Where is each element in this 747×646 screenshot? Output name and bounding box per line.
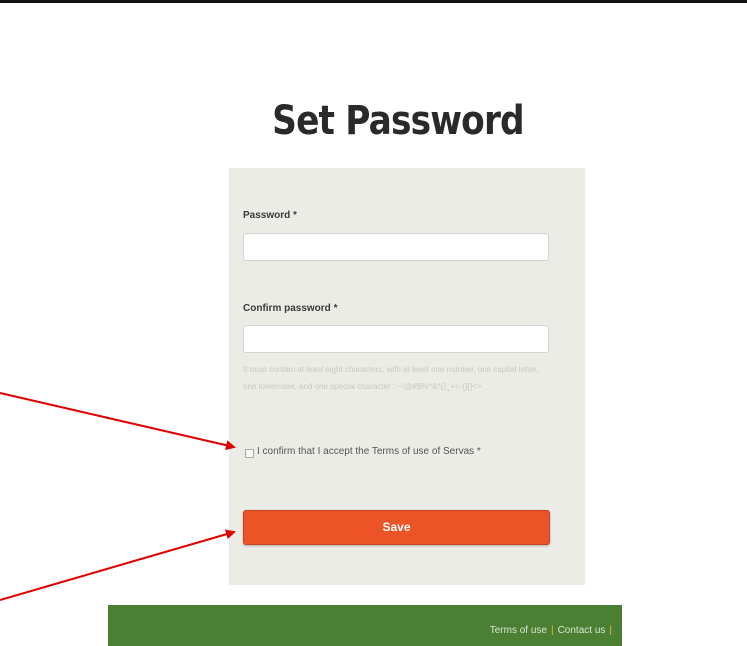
annotation-arrow-checkbox [0, 392, 236, 451]
page-title: Set Password [272, 98, 525, 144]
password-requirements-hint: It must contain at least eight character… [243, 365, 539, 391]
save-button[interactable]: Save [243, 510, 550, 545]
footer-link-contact[interactable]: Contact us [558, 625, 606, 636]
annotation-arrow-save [0, 529, 236, 601]
set-password-form: Password * Confirm password * It must co… [229, 168, 585, 585]
footer-links: Terms of use | Contact us | [490, 625, 616, 636]
confirm-password-label: Confirm password * [243, 303, 338, 314]
confirm-password-input[interactable] [243, 325, 549, 353]
password-input[interactable] [243, 233, 549, 261]
footer-link-terms[interactable]: Terms of use [490, 625, 547, 636]
terms-checkbox[interactable] [245, 449, 254, 458]
footer-separator: | [609, 625, 612, 636]
footer-separator: | [550, 625, 554, 636]
password-label: Password * [243, 210, 297, 221]
top-border [0, 0, 747, 3]
footer: Terms of use | Contact us | [108, 605, 622, 646]
terms-label: I confirm that I accept the Terms of use… [257, 446, 481, 457]
